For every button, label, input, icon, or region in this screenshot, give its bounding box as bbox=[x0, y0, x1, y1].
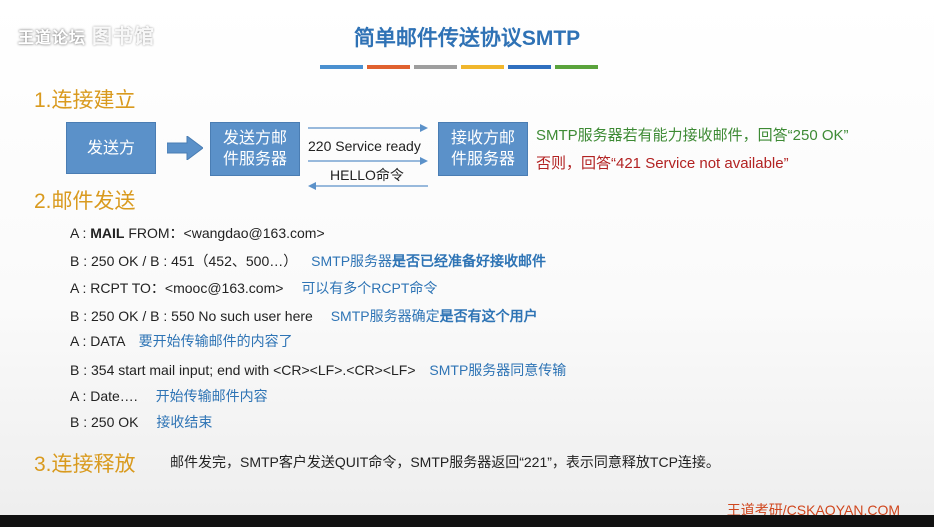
line-prefix: B : bbox=[70, 253, 92, 269]
bottom-bar bbox=[0, 515, 934, 527]
receiver-server-label-1: 接收方邮 bbox=[450, 130, 515, 147]
section-3-text: 邮件发完，SMTP客户发送QUIT命令，SMTP服务器返回“221”，表示同意释… bbox=[170, 454, 720, 470]
sender-server-label-2: 件服务器 bbox=[222, 151, 287, 168]
color-bar-1 bbox=[320, 65, 363, 69]
line-text: 250 OK bbox=[91, 414, 139, 430]
color-bar-4 bbox=[461, 65, 504, 69]
smtp-line-7: A : Date…. 开始传输邮件内容 bbox=[70, 386, 268, 406]
line-text: DATA bbox=[90, 333, 125, 349]
line-prefix: B : bbox=[70, 414, 92, 430]
right-arrow-icon bbox=[167, 136, 203, 160]
line-keyword: MAIL bbox=[90, 225, 125, 241]
line-text: Date…. bbox=[90, 388, 138, 404]
section-3-heading: 3.连接释放 bbox=[34, 453, 136, 476]
receiver-server-label-2: 件服务器 bbox=[450, 151, 515, 168]
line-note-plain: SMTP服务器 bbox=[311, 253, 393, 269]
line-text: 250 OK / B : 550 No such user here bbox=[91, 308, 313, 324]
line-prefix: A : bbox=[70, 333, 91, 349]
line-prefix: A : bbox=[70, 388, 91, 404]
slide: 王道论坛 图书馆 简单邮件传送协议SMTP 1.连接建立 发送方 发送方邮 件服务… bbox=[0, 0, 934, 518]
line-text: FROM：<wangdao@163.com> bbox=[124, 225, 325, 241]
section-1-heading: 1.连接建立 bbox=[34, 89, 136, 112]
smtp-line-8: B : 250 OK 接收结束 bbox=[70, 412, 212, 432]
smtp-line-6: B : 354 start mail input; end with <CR><… bbox=[70, 360, 566, 380]
line-note-bold: 是否已经准备好接收邮件 bbox=[392, 253, 547, 269]
arrow-right-top-icon bbox=[308, 124, 428, 132]
line-prefix: A : bbox=[70, 280, 91, 296]
line-note: 可以有多个RCPT命令 bbox=[301, 280, 438, 296]
section-2-heading: 2.邮件发送 bbox=[34, 190, 136, 213]
line-text: RCPT TO：<mooc@163.com> bbox=[90, 280, 284, 296]
line-note: SMTP服务器确定是否有这个用户 bbox=[331, 308, 538, 324]
line-note-bold: 是否有这个用户 bbox=[439, 308, 538, 324]
note-fail: 否则，回答“421 Service not available” bbox=[536, 155, 789, 172]
sender-server-box: 发送方邮 件服务器 bbox=[210, 122, 300, 176]
color-bar-5 bbox=[508, 65, 551, 69]
color-bar-2 bbox=[367, 65, 410, 69]
smtp-line-4: B : 250 OK / B : 550 No such user here S… bbox=[70, 306, 538, 326]
line-prefix: B : bbox=[70, 362, 92, 378]
sender-box: 发送方 bbox=[66, 122, 156, 174]
line-prefix: A : bbox=[70, 225, 91, 241]
sender-label: 发送方 bbox=[86, 139, 135, 157]
smtp-line-5: A : DATA 要开始传输邮件的内容了 bbox=[70, 331, 293, 351]
msg-service-ready: 220 Service ready bbox=[308, 138, 421, 154]
note-ok: SMTP服务器若有能力接收邮件，回答“250 OK” bbox=[536, 127, 849, 144]
line-note: 要开始传输邮件的内容了 bbox=[138, 333, 293, 349]
smtp-line-3: A : RCPT TO：<mooc@163.com> 可以有多个RCPT命令 bbox=[70, 278, 437, 298]
slide-title: 简单邮件传送协议SMTP bbox=[353, 27, 581, 50]
smtp-line-2: B : 250 OK / B : 451（452、500…） SMTP服务器是否… bbox=[70, 251, 546, 271]
line-note: SMTP服务器是否已经准备好接收邮件 bbox=[311, 253, 546, 269]
color-bar-6 bbox=[555, 65, 598, 69]
line-note: 接收结束 bbox=[156, 414, 213, 430]
line-note: SMTP服务器同意传输 bbox=[429, 362, 567, 378]
smtp-line-1: A : MAIL FROM：<wangdao@163.com> bbox=[70, 223, 325, 243]
line-note: 开始传输邮件内容 bbox=[155, 388, 268, 404]
arrow-left-bottom-icon bbox=[308, 182, 428, 190]
line-note-plain: SMTP服务器确定 bbox=[330, 308, 440, 324]
color-bar-3 bbox=[414, 65, 457, 69]
sender-server-label-1: 发送方邮 bbox=[222, 130, 287, 147]
line-text: 354 start mail input; end with <CR><LF>.… bbox=[91, 362, 416, 378]
line-text: 250 OK / B : 451（452、500…） bbox=[91, 253, 298, 269]
line-prefix: B : bbox=[70, 308, 92, 324]
receiver-server-box: 接收方邮 件服务器 bbox=[438, 122, 528, 176]
